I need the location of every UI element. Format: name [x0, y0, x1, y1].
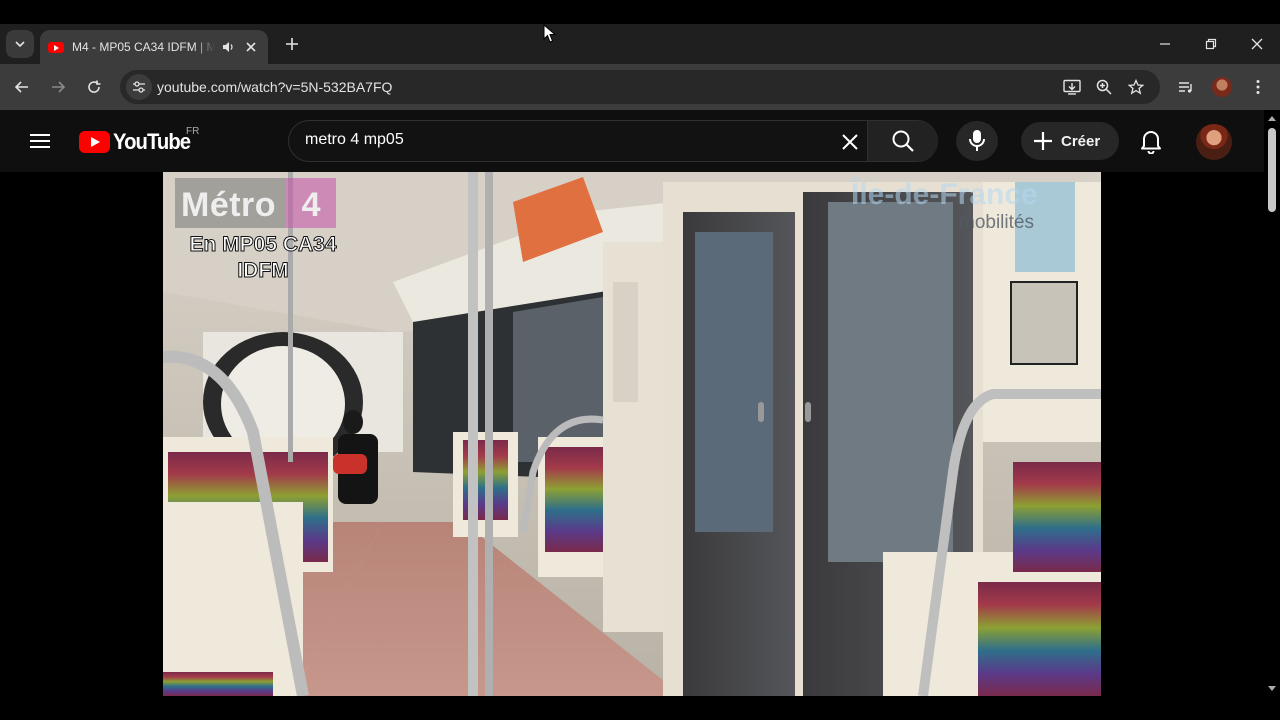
forward-arrow-icon — [52, 81, 66, 93]
window-close-button[interactable] — [1234, 24, 1280, 64]
url-text[interactable]: youtube.com/watch?v=5N-532BA7FQ — [157, 79, 392, 95]
restore-button[interactable] — [1188, 24, 1234, 64]
tab-close-icon[interactable] — [243, 38, 260, 56]
create-label: Créer — [1061, 132, 1101, 150]
account-avatar[interactable] — [1196, 124, 1232, 160]
bell-icon — [1141, 131, 1161, 154]
media-queue-icon — [1179, 82, 1192, 93]
mouse-cursor-icon — [543, 24, 557, 43]
star-icon[interactable] — [1124, 75, 1148, 99]
tune-icon — [133, 81, 145, 93]
search-input[interactable]: metro 4 mp05 — [305, 131, 825, 149]
video-overlay-title: Métro 4 — [175, 178, 337, 228]
search-box: metro 4 mp05 — [288, 120, 938, 162]
tab-strip: M4 - MP05 CA34 IDFM | Métro 4 — [0, 24, 1280, 64]
browser-tab[interactable]: M4 - MP05 CA34 IDFM | Métro 4 — [40, 30, 268, 64]
scroll-down-arrow-icon[interactable] — [1268, 686, 1276, 691]
install-icon[interactable] — [1060, 75, 1084, 99]
notifications-button[interactable] — [1136, 125, 1166, 157]
scroll-thumb[interactable] — [1268, 128, 1276, 212]
screen-top-bar — [0, 0, 1280, 24]
youtube-logo[interactable]: YouTube — [79, 129, 197, 154]
voice-search-button[interactable] — [956, 121, 998, 161]
tab-search-button[interactable] — [6, 30, 34, 58]
youtube-logo-text: YouTube — [113, 129, 191, 154]
close-icon — [1251, 38, 1263, 50]
site-info-button[interactable] — [126, 74, 152, 100]
search-icon — [892, 130, 914, 152]
menu-icon — [1256, 80, 1260, 94]
tab-title: M4 - MP05 CA34 IDFM | Métro 4 — [72, 40, 216, 54]
clear-search-button[interactable] — [837, 129, 863, 155]
zoom-icon[interactable] — [1092, 75, 1116, 99]
video-player[interactable]: Métro 4 En MP05 CA34 IDFM Île-de-France … — [163, 172, 1101, 696]
new-tab-button[interactable] — [280, 32, 304, 56]
back-arrow-icon — [14, 81, 28, 93]
minimize-icon — [1160, 43, 1170, 45]
overlay-metro-label: Métro — [175, 178, 287, 228]
media-queue-button[interactable] — [1171, 72, 1201, 102]
profile-button[interactable] — [1207, 72, 1237, 102]
youtube-play-icon — [79, 131, 110, 153]
minimize-button[interactable] — [1142, 24, 1188, 64]
video-overlay-subtitle: En MP05 CA34 IDFM — [168, 232, 358, 284]
restore-icon — [1205, 38, 1217, 50]
back-button[interactable] — [7, 72, 37, 102]
watch-page: Métro 4 En MP05 CA34 IDFM Île-de-France … — [0, 172, 1264, 720]
forward-button[interactable] — [43, 72, 73, 102]
microphone-icon — [969, 130, 985, 151]
idfm-watermark: Île-de-France — [851, 178, 1038, 211]
profile-avatar — [1212, 77, 1232, 97]
youtube-masthead: YouTube FR metro 4 mp05 Créer — [0, 110, 1264, 172]
create-button[interactable]: Créer — [1021, 122, 1119, 160]
reload-icon — [88, 80, 101, 93]
speaker-icon[interactable] — [219, 38, 236, 56]
guide-menu-button[interactable] — [24, 129, 56, 153]
hamburger-icon — [30, 134, 50, 148]
search-button[interactable] — [867, 121, 938, 161]
overlay-subtitle-line2: IDFM — [237, 259, 289, 283]
address-bar[interactable]: youtube.com/watch?v=5N-532BA7FQ — [120, 70, 1160, 104]
page-scrollbar[interactable] — [1264, 110, 1280, 720]
reload-button[interactable] — [79, 72, 109, 102]
overlay-subtitle-line1: En MP05 CA34 — [189, 233, 337, 257]
close-icon — [842, 134, 858, 150]
plus-icon — [286, 38, 298, 50]
chevron-down-icon — [15, 41, 25, 48]
chrome-menu-button[interactable] — [1243, 72, 1273, 102]
idfm-watermark-sub: mobilités — [959, 212, 1034, 233]
scroll-up-arrow-icon[interactable] — [1268, 116, 1276, 121]
youtube-favicon-icon — [48, 41, 64, 53]
plus-icon — [1034, 132, 1052, 150]
overlay-line-number: 4 — [286, 178, 337, 228]
browser-toolbar: youtube.com/watch?v=5N-532BA7FQ — [0, 64, 1280, 110]
region-code: FR — [186, 126, 200, 137]
